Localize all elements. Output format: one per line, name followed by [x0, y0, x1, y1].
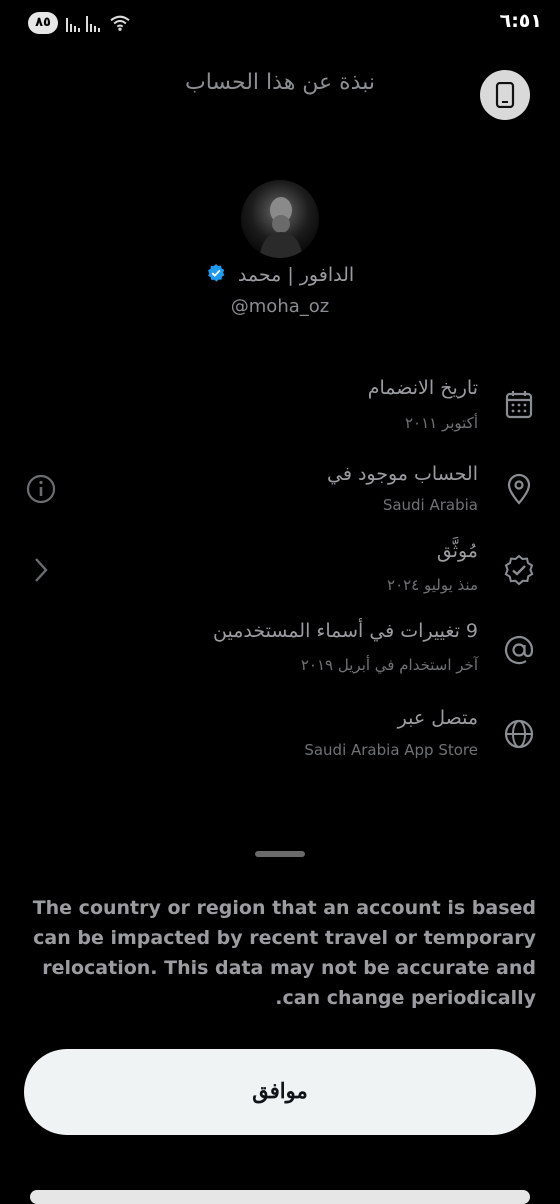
status-time: ٦:٥١: [499, 10, 542, 32]
row-location-title: الحساب موجود في: [327, 463, 478, 485]
avatar[interactable]: [241, 180, 319, 258]
phone-icon: [495, 82, 515, 108]
device-button[interactable]: [480, 70, 530, 120]
avatar-photo: [259, 197, 303, 258]
row-usernames-subtitle: آخر استخدام في أبريل ٢٠١٩: [300, 656, 478, 674]
globe-icon: [504, 719, 534, 749]
at-sign-icon: [504, 635, 534, 665]
battery-indicator: ٨٥: [28, 12, 58, 34]
location-notice: The country or region that an account is…: [32, 897, 536, 1009]
row-connected-subtitle: Saudi Arabia App Store: [304, 741, 478, 759]
row-join-title: تاريخ الانضمام: [367, 377, 478, 399]
sheet-grabber[interactable]: [255, 851, 305, 857]
page-title: نبذة عن هذا الحساب: [184, 70, 375, 95]
row-verified-subtitle: منذ يوليو ٢٠٢٤: [387, 576, 478, 594]
signal-icon-2: [86, 16, 100, 32]
home-indicator[interactable]: [30, 1190, 530, 1204]
wifi-icon: [110, 15, 130, 31]
verified-badge-icon: [504, 554, 534, 586]
row-connected-title: متصل عبر: [397, 707, 478, 729]
handle: @moha_oz: [230, 296, 330, 317]
display-name-text: الدافور | محمد: [237, 264, 355, 286]
chevron-right-icon[interactable]: [24, 555, 58, 585]
info-icon[interactable]: [24, 472, 58, 506]
row-join-subtitle: أكتوبر ٢٠١١: [404, 414, 478, 432]
verified-icon: [206, 263, 226, 288]
signal-icon: [66, 18, 80, 32]
display-name: الدافور | محمد: [0, 263, 560, 288]
row-location-subtitle: Saudi Arabia: [382, 496, 478, 514]
ok-button[interactable]: موافق: [24, 1049, 536, 1135]
location-pin-icon: [507, 473, 531, 505]
row-usernames-title: 9 تغييرات في أسماء المستخدمين: [213, 620, 478, 642]
row-verified-title: مُوثَّق: [436, 540, 478, 562]
calendar-icon: [505, 391, 533, 419]
